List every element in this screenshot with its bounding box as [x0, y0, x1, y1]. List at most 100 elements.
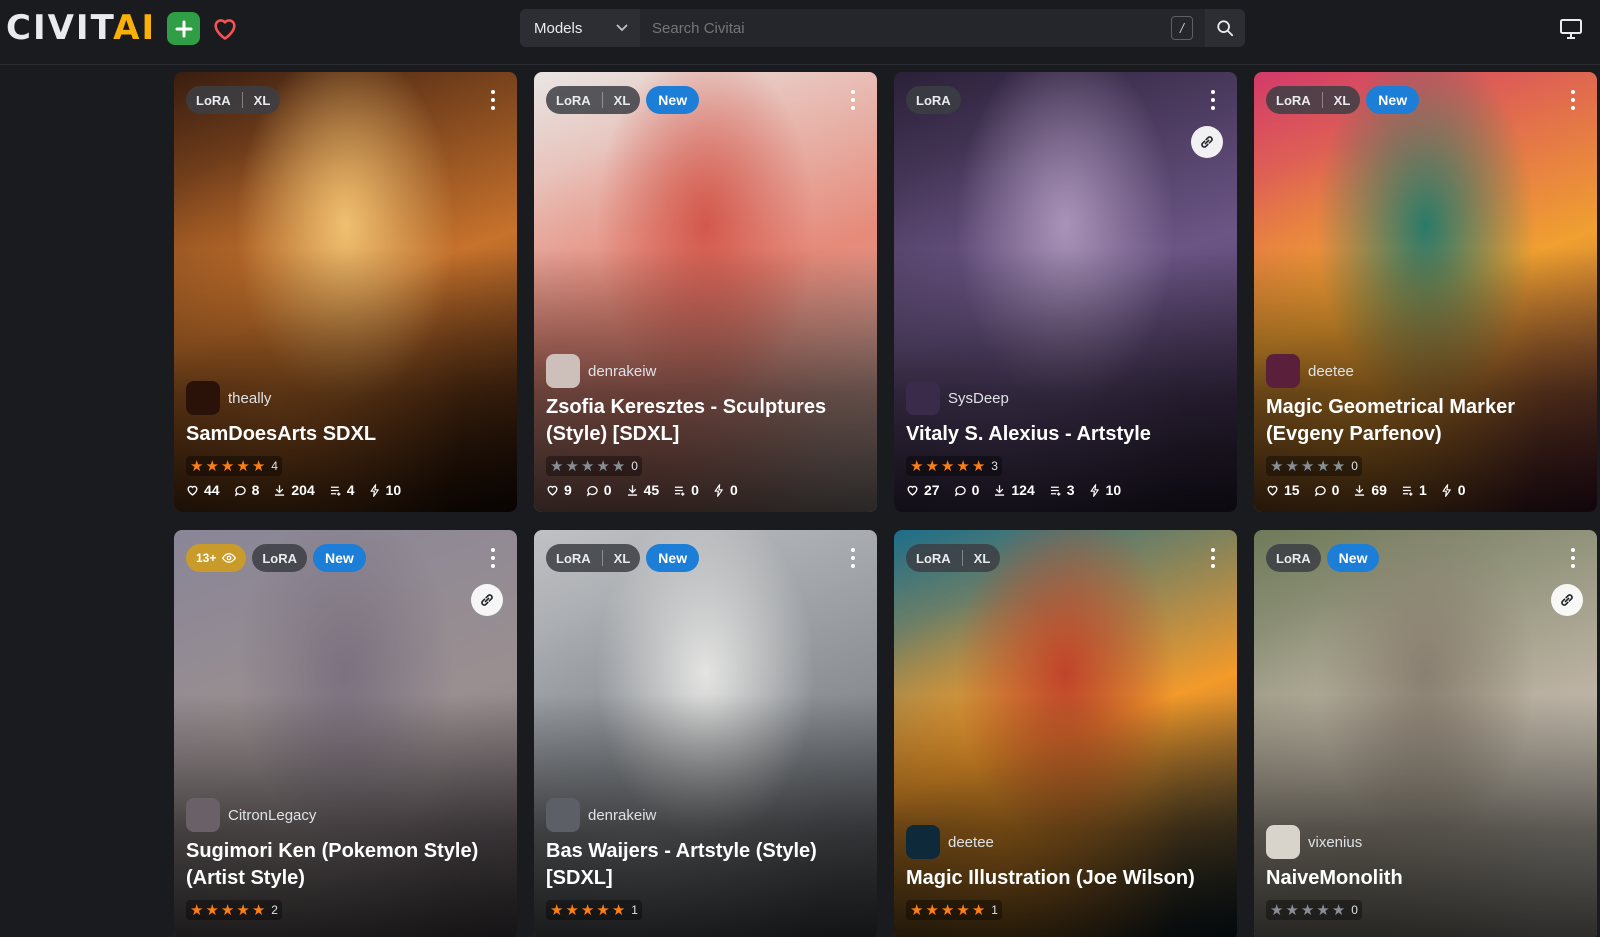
model-card[interactable]: LoRA XL deetee Magic Illustration (Joe Wi… [894, 530, 1237, 937]
download-icon [275, 484, 285, 496]
tips-count: 0 [729, 482, 738, 498]
model-stats: 15 0 69 1 0 [1266, 482, 1585, 498]
likes-stat: 44 [186, 482, 220, 498]
card-info: SysDeep Vitaly S. Alexius - Artstyle ★ ★ ★… [906, 381, 1225, 498]
badge-label: XL [253, 92, 271, 108]
more-options-icon[interactable] [847, 546, 859, 570]
star-icon: ★ [925, 901, 939, 919]
creator-name: deetee [948, 833, 994, 851]
collections-stat: 3 [1049, 482, 1075, 498]
comment-icon [1314, 485, 1326, 497]
star-icon: ★ [550, 901, 564, 919]
collection-icon [330, 486, 341, 496]
more-options-icon[interactable] [847, 88, 859, 112]
new-badge: New [1326, 544, 1380, 572]
downloads-count: 45 [643, 482, 660, 498]
badge-label: LoRA [1276, 92, 1311, 108]
comments-stat: 0 [954, 482, 979, 498]
model-type-badge: LoRA XL [546, 544, 641, 572]
more-options-icon[interactable] [487, 88, 499, 112]
creator-row[interactable]: theally [186, 381, 505, 415]
more-options-icon[interactable] [1567, 88, 1579, 112]
model-card[interactable]: LoRA XL New deetee Magic Geometrical Marke… [1254, 72, 1597, 512]
comments-count: 0 [1331, 482, 1340, 498]
search-type-select[interactable]: Models [520, 9, 640, 47]
search-button[interactable] [1205, 9, 1245, 47]
star-icon: ★ [565, 901, 579, 919]
star-icon: ★ [596, 457, 610, 475]
creator-row[interactable]: SysDeep [906, 381, 1225, 415]
create-button[interactable] [167, 12, 200, 45]
star-icon: ★ [925, 457, 939, 475]
bolt-icon [1090, 483, 1099, 497]
link-button[interactable] [1551, 584, 1583, 616]
creator-row[interactable]: deetee [1266, 354, 1585, 388]
model-type-badge: LoRA XL [546, 86, 641, 114]
comments-count: 0 [603, 482, 612, 498]
collections-count: 4 [346, 482, 355, 498]
star-icon: ★ [220, 457, 235, 475]
likes-stat: 27 [906, 482, 940, 498]
nsfw-rating-badge[interactable]: 13+ [186, 544, 247, 572]
card-info: vixenius NaiveMonolith ★ ★ ★ ★ ★ 0 [1266, 825, 1585, 926]
card-info: denrakeiw Bas Waijers - Artstyle (Style)… [546, 798, 865, 926]
new-badge: New [1366, 86, 1420, 114]
collections-stat: 0 [673, 482, 699, 498]
model-card[interactable]: LoRA New vixenius NaiveMonolith ★ ★ ★ ★ ★ 0 [1254, 530, 1597, 937]
model-card[interactable]: 13+ LoRA New CitronLegacy Sugimori Ken (Po… [174, 530, 517, 937]
comment-icon [954, 485, 966, 497]
rating-count: 2 [271, 903, 278, 917]
creator-row[interactable]: denrakeiw [546, 354, 865, 388]
search-bar: Models / [520, 9, 1245, 47]
favorites-button[interactable] [209, 12, 241, 44]
model-card[interactable]: LoRA SysDeep Vitaly S. Alexius - Artstyl… [894, 72, 1237, 512]
creator-row[interactable]: denrakeiw [546, 798, 865, 832]
creator-row[interactable]: CitronLegacy [186, 798, 505, 832]
card-info: denrakeiw Zsofia Keresztes - Sculptures … [546, 354, 865, 498]
tips-stat: 0 [713, 482, 738, 498]
downloads-stat: 124 [993, 482, 1035, 498]
more-options-icon[interactable] [1207, 88, 1219, 112]
creator-row[interactable]: deetee [906, 825, 1225, 859]
model-type-badge: LoRA [252, 544, 308, 572]
collection-icon [675, 486, 685, 496]
screen-display-button[interactable] [1556, 14, 1586, 44]
card-badges: LoRA XL [186, 86, 281, 114]
star-icon: ★ [205, 901, 219, 919]
more-options-icon[interactable] [1207, 546, 1219, 570]
model-grid: LoRA XL theally SamDoesArts SDXL ★ ★ ★ ★ ★ 4 4… [174, 72, 1600, 937]
civitai-logo[interactable]: CIVITAI [6, 10, 156, 46]
star-icon: ★ [251, 457, 266, 475]
heart-icon [214, 19, 236, 40]
heart-icon [907, 485, 918, 496]
star-icon: ★ [236, 901, 250, 919]
star-icon: ★ [940, 901, 955, 919]
tips-count: 10 [1105, 482, 1122, 498]
link-button[interactable] [471, 584, 503, 616]
model-stats: 27 0 124 3 10 [906, 482, 1225, 498]
more-options-icon[interactable] [1567, 546, 1579, 570]
star-icon: ★ [1316, 457, 1330, 475]
badge-separator [1321, 92, 1323, 108]
creator-name: vixenius [1308, 833, 1363, 851]
star-icon: ★ [550, 457, 564, 475]
card-info: CitronLegacy Sugimori Ken (Pokemon Style… [186, 798, 505, 926]
search-input[interactable] [652, 19, 1171, 37]
badge-label: LoRA [916, 550, 951, 566]
model-card[interactable]: LoRA XL New denrakeiw Zsofia Keresztes - S… [534, 72, 877, 512]
link-button[interactable] [1191, 126, 1223, 158]
model-card[interactable]: LoRA XL theally SamDoesArts SDXL ★ ★ ★ ★ ★ 4 4… [174, 72, 517, 512]
card-info: deetee Magic Geometrical Marker (Evgeny … [1266, 354, 1585, 498]
link-icon [1201, 136, 1213, 148]
star-icon: ★ [971, 901, 986, 919]
badge-label: XL [613, 92, 631, 108]
creator-row[interactable]: vixenius [1266, 825, 1585, 859]
comments-stat: 0 [1314, 482, 1340, 498]
nsfw-rating-label: 13+ [196, 551, 217, 565]
model-card[interactable]: LoRA XL New denrakeiw Bas Waijers - Artsty… [534, 530, 877, 937]
star-icon: ★ [1331, 901, 1346, 919]
more-options-icon[interactable] [487, 546, 499, 570]
rating-count: 0 [1351, 903, 1358, 917]
star-icon: ★ [565, 457, 579, 475]
collections-stat: 1 [1401, 482, 1427, 498]
